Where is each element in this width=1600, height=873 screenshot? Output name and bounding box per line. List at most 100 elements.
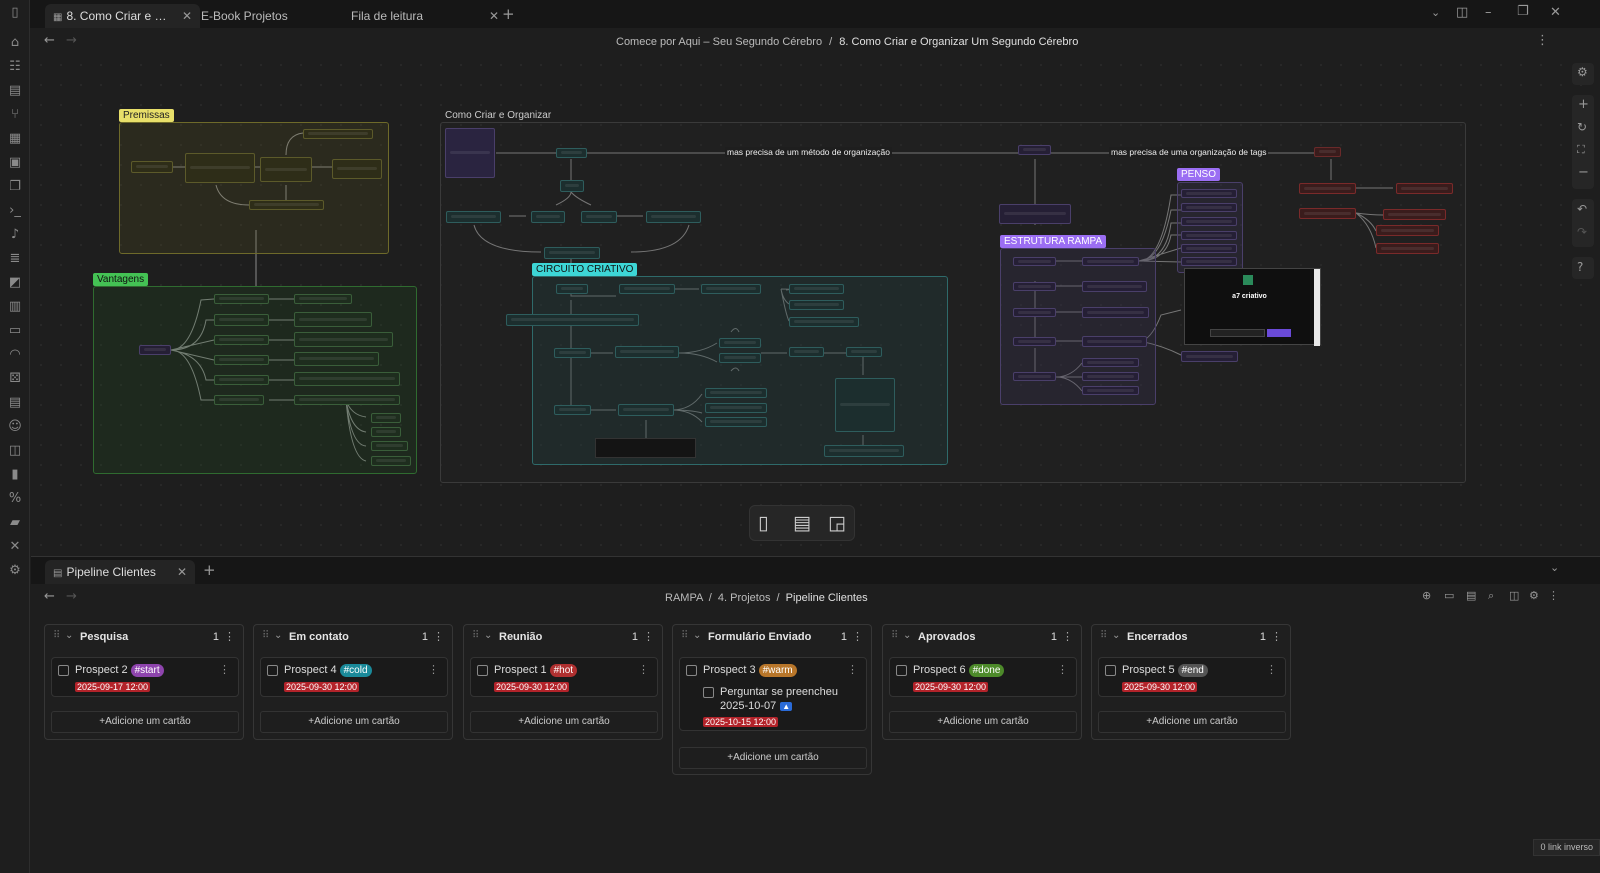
card-date[interactable]: 2025-09-30 12:00 [913,682,989,692]
monitor-icon[interactable]: ▭ [7,323,23,339]
grid-icon[interactable]: ▦ [7,131,23,147]
canvas-node[interactable] [294,395,400,405]
canvas-node[interactable] [1299,208,1356,219]
back-icon[interactable]: ← [44,589,55,604]
minimize-icon[interactable]: – [1485,5,1492,20]
home-icon[interactable]: ⌂ [7,35,23,51]
drag-handle-icon[interactable]: ⠿ [1100,630,1107,641]
more-options-icon[interactable]: ⋮ [1536,33,1549,48]
card-menu-icon[interactable]: ⋮ [219,663,230,676]
canvas-node[interactable] [1181,189,1237,198]
canvas-node[interactable] [371,427,401,437]
robot-icon[interactable]: ☺ [7,419,23,435]
card-menu-icon[interactable]: ⋮ [847,663,858,676]
embedded-web-card[interactable]: a7 criativo [1184,268,1321,346]
card-checkbox[interactable] [686,665,697,676]
close-window-icon[interactable]: ✕ [1550,5,1561,20]
canvas-node[interactable] [1181,257,1237,266]
gear-icon[interactable]: ⚙ [1529,589,1539,602]
files-icon[interactable]: ☷ [7,59,23,75]
kanban-card[interactable]: Prospect 1 #hot ⋮ 2025-09-30 12:00 [470,657,658,697]
canvas-node[interactable] [214,395,264,405]
reset-icon[interactable]: ↻ [1577,120,1587,134]
card-checkbox[interactable] [896,665,907,676]
canvas-node[interactable] [260,157,312,182]
canvas-node[interactable] [560,180,584,192]
settings-icon[interactable]: ⚙ [7,563,23,579]
maximize-icon[interactable]: ❐ [1517,4,1529,19]
canvas-node[interactable] [646,211,701,223]
zoom-out-icon[interactable]: − [1578,165,1589,180]
search-icon[interactable]: ⌕ [1488,589,1494,603]
kanban-column[interactable]: ⠿ ⌄ Em contato 1 ⋮ Prospect 4 #cold ⋮ 2025-09-30… [253,624,453,740]
canvas-node[interactable] [1181,351,1238,362]
layers-icon[interactable]: ◫ [7,443,23,459]
zoom-in-icon[interactable]: + [1578,97,1589,112]
dice-icon[interactable]: ⚄ [7,371,23,387]
canvas-node[interactable] [556,148,587,158]
column-title[interactable]: Pesquisa [80,631,128,643]
canvas-node[interactable] [294,352,379,366]
drag-handle-icon[interactable]: ⠿ [53,630,60,641]
help-icon[interactable]: ? [1577,260,1583,274]
kanban-card[interactable]: Prospect 5 #end ⋮ 2025-09-30 12:00 [1098,657,1286,697]
canvas-node[interactable] [294,332,393,347]
archive-icon[interactable]: ▭ [1444,589,1454,602]
canvas-node[interactable] [789,317,859,327]
drag-handle-icon[interactable]: ⠿ [472,630,479,641]
embedded-post[interactable] [595,438,696,458]
canvas-node[interactable] [1396,183,1453,194]
canvas-node[interactable] [506,314,639,326]
add-card-button[interactable]: +Adicione um cartão [260,711,448,733]
canvas-node[interactable] [719,338,761,348]
column-title[interactable]: Formulário Enviado [708,631,811,643]
card-tag[interactable]: #end [1177,664,1208,677]
canvas-node[interactable] [719,353,761,363]
more-options-icon[interactable]: ⋮ [1062,630,1073,643]
canvas-area[interactable]: Premissas Vantagens Como Criar e Organiz… [31,55,1600,550]
terminal-icon[interactable]: ›_ [7,203,23,219]
card-menu-icon[interactable]: ⋮ [638,663,649,676]
image-icon[interactable]: ◩ [7,275,23,291]
canvas-node[interactable] [131,161,173,173]
card-checkbox[interactable] [1105,665,1116,676]
kanban-card[interactable]: Prospect 3 #warm ⋮ Perguntar se preencheu 20… [679,657,867,731]
canvas-node[interactable] [294,372,400,386]
canvas-node[interactable] [705,417,767,427]
circuito-group[interactable] [532,276,948,465]
embed-scrollbar[interactable] [1314,269,1320,346]
card-tag[interactable]: #done [968,664,1005,677]
canvas-node[interactable] [581,211,617,223]
canvas-node[interactable] [1013,372,1056,381]
canvas-node[interactable] [1082,358,1139,367]
redo-icon[interactable]: ↷ [1577,225,1587,239]
canvas-node[interactable] [619,284,675,294]
collapse-chevron-icon[interactable]: ⌄ [65,630,73,641]
more-options-icon[interactable]: ⋮ [1548,589,1559,602]
chevron-down-icon[interactable]: ⌄ [1431,6,1440,19]
canvas-node[interactable] [1383,209,1446,220]
canvas-node[interactable] [1013,308,1056,317]
canvas-node[interactable] [371,413,401,423]
card-checkbox[interactable] [58,665,69,676]
canvas-node[interactable] [544,247,600,259]
tab-fila[interactable]: Fila de leitura ✕ [343,4,503,28]
sidebar-toggle-icon[interactable]: ▯ [7,5,23,21]
card-date[interactable]: 2025-09-30 12:00 [284,682,360,692]
canvas-node[interactable] [294,294,352,304]
card-tag[interactable]: #hot [549,664,578,677]
gauge-icon[interactable]: ◠ [7,347,23,363]
canvas-node[interactable] [701,284,761,294]
canvas-node[interactable] [214,335,269,345]
canvas-node[interactable] [303,129,373,139]
canvas-node[interactable] [618,404,674,416]
copy-icon[interactable]: ❐ [7,179,23,195]
canvas-node[interactable] [1018,145,1051,155]
kanban-card[interactable]: Prospect 6 #done ⋮ 2025-09-30 12:00 [889,657,1077,697]
forward-icon[interactable]: → [66,589,77,604]
canvas-node[interactable] [705,403,767,413]
add-card-button[interactable]: +Adicione um cartão [1098,711,1286,733]
canvas-node[interactable] [1082,386,1139,395]
card-menu-icon[interactable]: ⋮ [1266,663,1277,676]
calendar-icon[interactable]: ▣ [7,155,23,171]
